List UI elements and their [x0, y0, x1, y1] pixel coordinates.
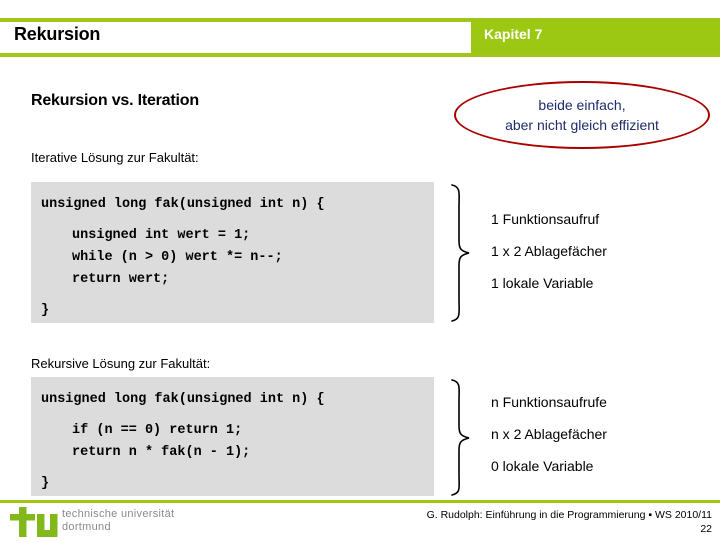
code-line: unsigned int wert = 1; — [72, 228, 251, 243]
annotation-item: n x 2 Ablagefächer — [491, 426, 607, 442]
code-spacer — [41, 216, 434, 225]
annotation-item: 1 Funktionsaufruf — [491, 211, 600, 227]
code-line: return n * fak(n - 1); — [72, 445, 251, 460]
code-spacer — [41, 464, 434, 473]
footer-rule — [0, 500, 720, 503]
annotation-item: n Funktionsaufrufe — [491, 394, 607, 410]
iterative-solution-label: Iterative Lösung zur Fakultät: — [31, 150, 199, 165]
logo-line-2: dortmund — [62, 521, 111, 533]
recursive-solution-label: Rekursive Lösung zur Fakultät: — [31, 356, 211, 371]
logo-line-1: technische universität — [62, 508, 175, 520]
annotation-item: 1 x 2 Ablagefächer — [491, 243, 607, 259]
section-heading: Rekursion vs. Iteration — [31, 92, 199, 109]
code-line: if (n == 0) return 1; — [72, 423, 243, 438]
code-line: while (n > 0) wert *= n--; — [72, 250, 283, 265]
slide-header: Rekursion Kapitel 7 — [0, 18, 720, 57]
code-line: unsigned long fak(unsigned int n) { — [41, 197, 325, 212]
right-curly-brace-recursive — [448, 378, 474, 497]
chapter-label: Kapitel 7 — [484, 26, 543, 42]
code-block-iterative: unsigned long fak(unsigned int n) { unsig… — [31, 182, 434, 323]
right-curly-brace-iterative — [448, 183, 474, 323]
code-spacer — [41, 291, 434, 300]
code-block-recursive: unsigned long fak(unsigned int n) { if (n… — [31, 377, 434, 496]
tu-logo-wordmark: technische universität dortmund — [62, 508, 174, 534]
code-line: return wert; — [72, 272, 170, 287]
code-line: } — [41, 476, 50, 491]
annotations-recursive: n Funktionsaufrufe n x 2 Ablagefächer 0 … — [491, 394, 607, 490]
footer-credit: G. Rudolph: Einführung in die Programmie… — [426, 509, 712, 521]
code-line: } — [41, 303, 50, 318]
annotation-item: 0 lokale Variable — [491, 458, 594, 474]
header-rule-bottom — [0, 53, 720, 57]
code-spacer — [41, 411, 434, 420]
code-line: unsigned long fak(unsigned int n) { — [41, 392, 325, 407]
tu-dortmund-logo: technische universität dortmund — [10, 507, 210, 537]
tu-logo-mark — [10, 507, 58, 542]
footer-page-number: 22 — [700, 523, 712, 535]
annotation-item: 1 lokale Variable — [491, 275, 594, 291]
callout-line-2: aber nicht gleich effizient — [505, 117, 659, 133]
callout-text: beide einfach, aber nicht gleich effizie… — [454, 95, 710, 135]
page-title: Rekursion — [14, 24, 101, 44]
callout-line-1: beide einfach, — [538, 97, 626, 113]
annotations-iterative: 1 Funktionsaufruf 1 x 2 Ablagefächer 1 l… — [491, 211, 607, 307]
callout-ellipse-group: beide einfach, aber nicht gleich effizie… — [454, 81, 710, 149]
